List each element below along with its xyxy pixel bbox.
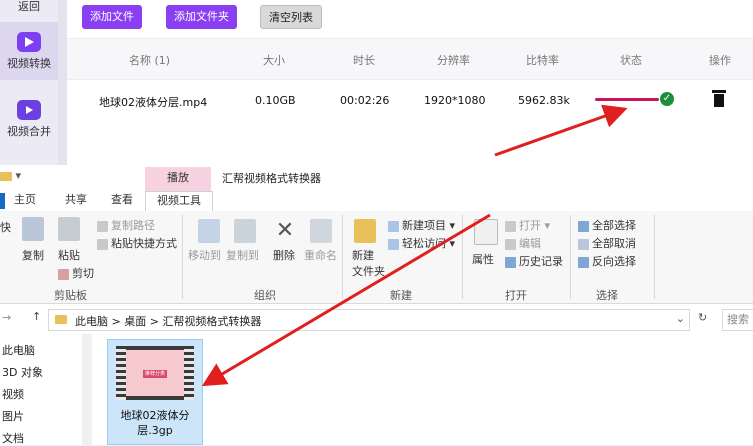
arrow-to-file [201, 213, 491, 387]
arrow-to-status [494, 104, 628, 157]
annotation-arrows [201, 104, 628, 387]
